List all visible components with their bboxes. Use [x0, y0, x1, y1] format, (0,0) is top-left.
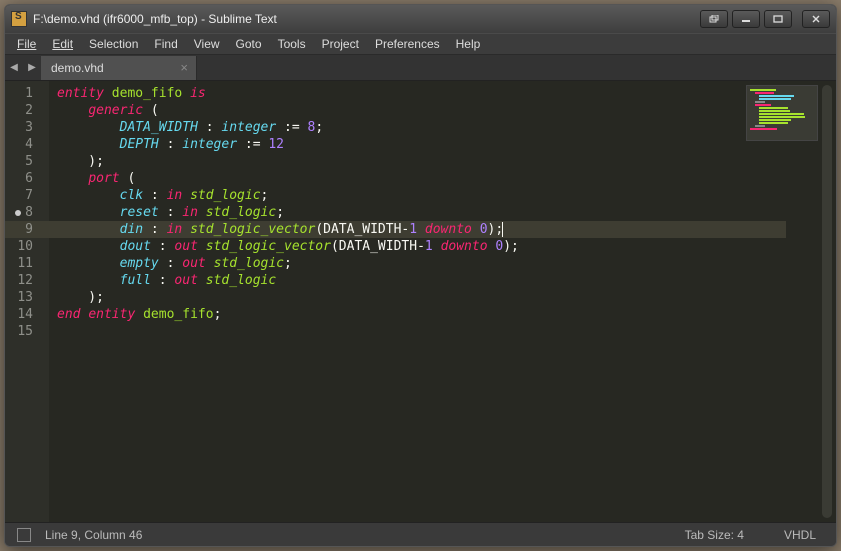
code-line[interactable]: ); — [57, 289, 836, 306]
code-editor[interactable]: entity demo_fifo is generic ( DATA_WIDTH… — [49, 81, 836, 522]
menu-file[interactable]: File — [9, 35, 44, 53]
tab-demo-vhd[interactable]: demo.vhd × — [41, 56, 197, 80]
tabbar: ◀ ▶ demo.vhd × — [5, 55, 836, 81]
code-line[interactable]: port ( — [57, 170, 836, 187]
statusbar: Line 9, Column 46 Tab Size: 4 VHDL — [5, 522, 836, 546]
menu-find[interactable]: Find — [146, 35, 185, 53]
titlebar[interactable]: F:\demo.vhd (ifr6000_mfb_top) - Sublime … — [5, 5, 836, 33]
line-number[interactable]: 1 — [5, 85, 49, 102]
menubar: File Edit Selection Find View Goto Tools… — [5, 33, 836, 55]
menu-project[interactable]: Project — [314, 35, 367, 53]
code-line[interactable]: DEPTH : integer := 12 — [57, 136, 836, 153]
editor-area: 123456789101112131415 entity demo_fifo i… — [5, 81, 836, 522]
maximize-button[interactable] — [764, 10, 792, 28]
line-number[interactable]: 9 — [5, 221, 49, 238]
code-line[interactable]: generic ( — [57, 102, 836, 119]
code-line[interactable]: dout : out std_logic_vector(DATA_WIDTH-1… — [57, 238, 836, 255]
minimize-button[interactable] — [732, 10, 760, 28]
line-number[interactable]: 7 — [5, 187, 49, 204]
app-icon — [11, 11, 27, 27]
restore-down-alt-button[interactable] — [700, 10, 728, 28]
status-tab-size[interactable]: Tab Size: 4 — [685, 528, 744, 542]
line-number[interactable]: 6 — [5, 170, 49, 187]
menu-tools[interactable]: Tools — [270, 35, 314, 53]
tab-nav-back[interactable]: ◀ — [5, 55, 23, 81]
text-cursor — [502, 222, 503, 237]
tab-nav-forward[interactable]: ▶ — [23, 55, 41, 81]
status-cursor-position: Line 9, Column 46 — [35, 528, 685, 542]
window-title: F:\demo.vhd (ifr6000_mfb_top) - Sublime … — [33, 12, 700, 26]
line-number[interactable]: 13 — [5, 289, 49, 306]
vertical-scrollbar[interactable] — [822, 85, 832, 518]
code-line[interactable]: end entity demo_fifo; — [57, 306, 836, 323]
code-line[interactable]: entity demo_fifo is — [57, 85, 836, 102]
minimap[interactable] — [746, 85, 818, 141]
line-number[interactable]: 5 — [5, 153, 49, 170]
code-line[interactable]: din : in std_logic_vector(DATA_WIDTH-1 d… — [49, 221, 786, 238]
status-icon[interactable] — [17, 528, 31, 542]
close-button[interactable] — [802, 10, 830, 28]
modified-marker-icon — [15, 210, 21, 216]
menu-selection[interactable]: Selection — [81, 35, 146, 53]
tab-label: demo.vhd — [51, 61, 104, 75]
line-number[interactable]: 15 — [5, 323, 49, 340]
line-number[interactable]: 11 — [5, 255, 49, 272]
status-syntax[interactable]: VHDL — [784, 528, 816, 542]
line-number[interactable]: 10 — [5, 238, 49, 255]
code-line[interactable]: DATA_WIDTH : integer := 8; — [57, 119, 836, 136]
menu-goto[interactable]: Goto — [228, 35, 270, 53]
code-line[interactable] — [57, 323, 836, 340]
tab-close-icon[interactable]: × — [180, 60, 188, 75]
line-number[interactable]: 12 — [5, 272, 49, 289]
menu-help[interactable]: Help — [448, 35, 489, 53]
code-line[interactable]: full : out std_logic — [57, 272, 836, 289]
line-number[interactable]: 14 — [5, 306, 49, 323]
menu-preferences[interactable]: Preferences — [367, 35, 448, 53]
menu-view[interactable]: View — [186, 35, 228, 53]
menu-edit[interactable]: Edit — [44, 35, 81, 53]
code-line[interactable]: reset : in std_logic; — [57, 204, 836, 221]
line-number[interactable]: 8 — [5, 204, 49, 221]
line-number[interactable]: 4 — [5, 136, 49, 153]
app-window: F:\demo.vhd (ifr6000_mfb_top) - Sublime … — [4, 4, 837, 547]
line-number[interactable]: 2 — [5, 102, 49, 119]
line-number-gutter[interactable]: 123456789101112131415 — [5, 81, 49, 522]
line-number[interactable]: 3 — [5, 119, 49, 136]
code-line[interactable]: clk : in std_logic; — [57, 187, 836, 204]
code-line[interactable]: empty : out std_logic; — [57, 255, 836, 272]
code-line[interactable]: ); — [57, 153, 836, 170]
